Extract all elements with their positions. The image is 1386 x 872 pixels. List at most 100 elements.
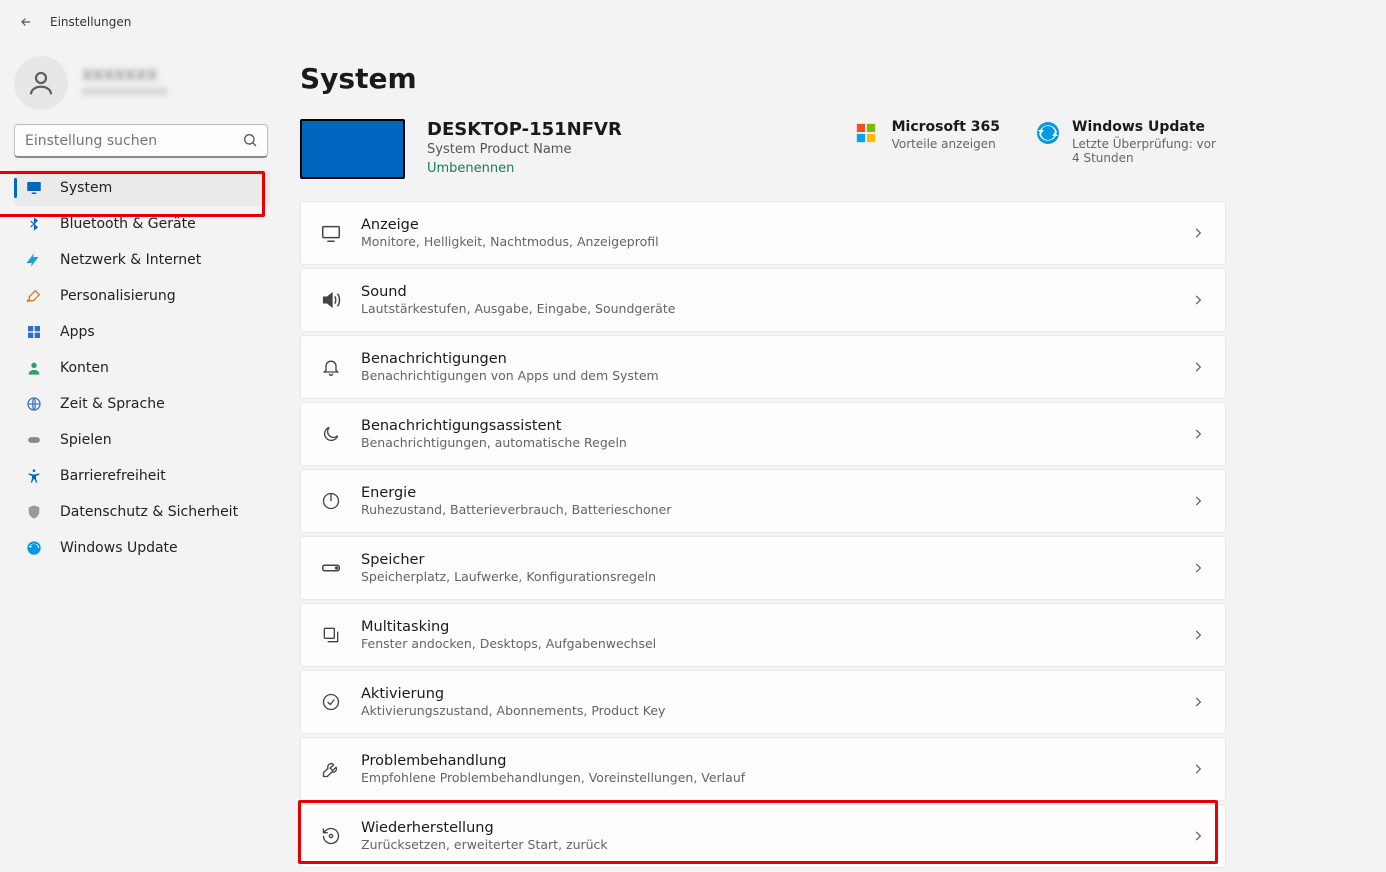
- person-icon: [24, 358, 44, 378]
- nav-label: System: [60, 180, 112, 196]
- row-subtitle: Benachrichtigungen, automatische Regeln: [361, 435, 1191, 450]
- row-subtitle: Monitore, Helligkeit, Nachtmodus, Anzeig…: [361, 234, 1191, 249]
- row-subtitle: Lautstärkestufen, Ausgabe, Eingabe, Soun…: [361, 301, 1191, 316]
- windows-update-icon: [1036, 119, 1060, 147]
- settings-row-energie[interactable]: EnergieRuhezustand, Batterieverbrauch, B…: [300, 469, 1226, 533]
- chevron-right-icon: [1191, 226, 1205, 240]
- nav-item-windows-update[interactable]: Windows Update: [14, 530, 270, 566]
- nav-label: Personalisierung: [60, 288, 176, 304]
- device-info: DESKTOP-151NFVR System Product Name Umbe…: [427, 119, 622, 176]
- recovery-icon: [319, 824, 343, 848]
- row-subtitle: Benachrichtigungen von Apps und dem Syst…: [361, 368, 1191, 383]
- settings-row-wiederherstellung[interactable]: WiederherstellungZurücksetzen, erweitert…: [300, 804, 1226, 868]
- storage-icon: [319, 556, 343, 580]
- wifi-icon: [24, 250, 44, 270]
- gamepad-icon: [24, 430, 44, 450]
- device-product: System Product Name: [427, 142, 622, 157]
- titlebar: Einstellungen: [0, 0, 1386, 44]
- promo-microsoft365[interactable]: Microsoft 365 Vorteile anzeigen: [852, 119, 1000, 165]
- settings-row-sound[interactable]: SoundLautstärkestufen, Ausgabe, Eingabe,…: [300, 268, 1226, 332]
- check-icon: [319, 690, 343, 714]
- nav-label: Spielen: [60, 432, 112, 448]
- search-icon: [242, 132, 258, 148]
- promo-title: Microsoft 365: [892, 119, 1000, 135]
- nav-label: Apps: [60, 324, 95, 340]
- device-rename-link[interactable]: Umbenennen: [427, 161, 622, 176]
- promo-title: Windows Update: [1072, 119, 1226, 135]
- display-icon: [319, 221, 343, 245]
- settings-row-benachrichtigungen[interactable]: BenachrichtigungenBenachrichtigungen von…: [300, 335, 1226, 399]
- nav-list: System Bluetooth & Geräte Netzwerk & Inter…: [14, 170, 270, 566]
- device-name: DESKTOP-151NFVR: [427, 119, 622, 140]
- nav-item-barrierefreiheit[interactable]: Barrierefreiheit: [14, 458, 270, 494]
- row-title: Problembehandlung: [361, 753, 1191, 769]
- back-button[interactable]: [8, 4, 44, 40]
- row-title: Sound: [361, 284, 1191, 300]
- settings-row-anzeige[interactable]: AnzeigeMonitore, Helligkeit, Nachtmodus,…: [300, 201, 1226, 265]
- row-title: Wiederherstellung: [361, 820, 1191, 836]
- chevron-right-icon: [1191, 427, 1205, 441]
- sidebar: XXXXXXX xxxxxxxxxxxx System Bluetooth & G…: [0, 44, 280, 872]
- promo-windows-update[interactable]: Windows Update Letzte Überprüfung: vor 4…: [1036, 119, 1226, 165]
- chevron-right-icon: [1191, 762, 1205, 776]
- nav-label: Netzwerk & Internet: [60, 252, 201, 268]
- main-content: System DESKTOP-151NFVR System Product Na…: [280, 44, 1386, 872]
- settings-row-benachrichtigungsassistent[interactable]: BenachrichtigungsassistentBenachrichtigu…: [300, 402, 1226, 466]
- nav-item-system[interactable]: System: [14, 170, 270, 206]
- settings-row-problembehandlung[interactable]: ProblembehandlungEmpfohlene Problembehan…: [300, 737, 1226, 801]
- row-title: Benachrichtigungen: [361, 351, 1191, 367]
- power-icon: [319, 489, 343, 513]
- bell-icon: [319, 355, 343, 379]
- search-box[interactable]: [14, 124, 268, 158]
- row-title: Aktivierung: [361, 686, 1191, 702]
- nav-item-zeit-sprache[interactable]: Zeit & Sprache: [14, 386, 270, 422]
- row-subtitle: Speicherplatz, Laufwerke, Konfigurations…: [361, 569, 1191, 584]
- row-subtitle: Ruhezustand, Batterieverbrauch, Batterie…: [361, 502, 1191, 517]
- nav-item-personalisierung[interactable]: Personalisierung: [14, 278, 270, 314]
- update-icon: [24, 538, 44, 558]
- settings-row-multitasking[interactable]: MultitaskingFenster andocken, Desktops, …: [300, 603, 1226, 667]
- nav-item-apps[interactable]: Apps: [14, 314, 270, 350]
- avatar-icon: [14, 56, 68, 110]
- nav-label: Barrierefreiheit: [60, 468, 166, 484]
- row-title: Speicher: [361, 552, 1191, 568]
- device-thumbnail: [300, 119, 405, 179]
- nav-item-bluetooth-ger-te[interactable]: Bluetooth & Geräte: [14, 206, 270, 242]
- row-subtitle: Empfohlene Problembehandlungen, Voreinst…: [361, 770, 1191, 785]
- settings-row-aktivierung[interactable]: AktivierungAktivierungszustand, Abonneme…: [300, 670, 1226, 734]
- row-title: Benachrichtigungsassistent: [361, 418, 1191, 434]
- chevron-right-icon: [1191, 494, 1205, 508]
- app-title: Einstellungen: [50, 15, 131, 29]
- brush-icon: [24, 286, 44, 306]
- row-subtitle: Fenster andocken, Desktops, Aufgabenwech…: [361, 636, 1191, 651]
- search-input[interactable]: [14, 124, 268, 158]
- settings-row-speicher[interactable]: SpeicherSpeicherplatz, Laufwerke, Konfig…: [300, 536, 1226, 600]
- row-title: Anzeige: [361, 217, 1191, 233]
- account-info: XXXXXXX xxxxxxxxxxxx: [82, 68, 167, 98]
- apps-icon: [24, 322, 44, 342]
- microsoft-logo-icon: [852, 119, 880, 147]
- row-subtitle: Zurücksetzen, erweiterter Start, zurück: [361, 837, 1191, 852]
- chevron-right-icon: [1191, 829, 1205, 843]
- nav-item-netzwerk-internet[interactable]: Netzwerk & Internet: [14, 242, 270, 278]
- wrench-icon: [319, 757, 343, 781]
- globe-icon: [24, 394, 44, 414]
- accessibility-icon: [24, 466, 44, 486]
- chevron-right-icon: [1191, 360, 1205, 374]
- shield-icon: [24, 502, 44, 522]
- nav-label: Windows Update: [60, 540, 178, 556]
- device-row: DESKTOP-151NFVR System Product Name Umbe…: [300, 119, 1226, 179]
- row-title: Multitasking: [361, 619, 1191, 635]
- row-subtitle: Aktivierungszustand, Abonnements, Produc…: [361, 703, 1191, 718]
- nav-label: Konten: [60, 360, 109, 376]
- nav-label: Bluetooth & Geräte: [60, 216, 196, 232]
- moon-icon: [319, 422, 343, 446]
- sound-icon: [319, 288, 343, 312]
- account-block[interactable]: XXXXXXX xxxxxxxxxxxx: [14, 56, 270, 110]
- chevron-right-icon: [1191, 293, 1205, 307]
- nav-item-konten[interactable]: Konten: [14, 350, 270, 386]
- nav-item-spielen[interactable]: Spielen: [14, 422, 270, 458]
- multitask-icon: [319, 623, 343, 647]
- bluetooth-icon: [24, 214, 44, 234]
- nav-item-datenschutz-sicherheit[interactable]: Datenschutz & Sicherheit: [14, 494, 270, 530]
